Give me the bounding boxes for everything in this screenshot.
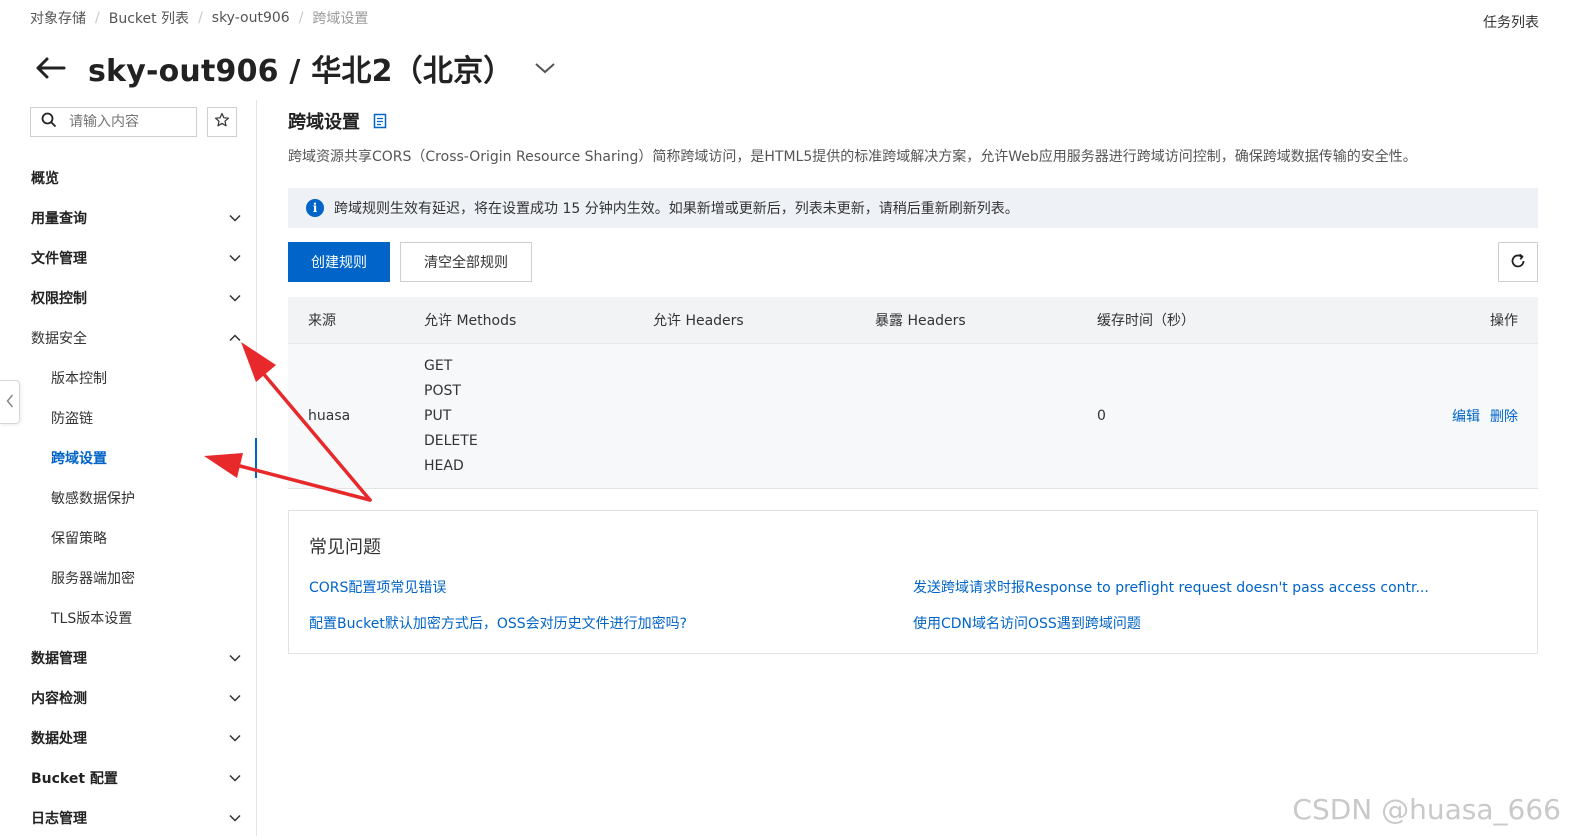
chevron-left-icon [6, 393, 14, 412]
column-header-allow-headers: 允许 Headers [653, 313, 744, 329]
column-header-methods: 允许 Methods [424, 313, 517, 329]
sidebar-item-content-detection[interactable]: 内容检测 [0, 678, 257, 718]
edit-link[interactable]: 编辑 [1452, 406, 1480, 426]
sidebar-item-files[interactable]: 文件管理 [0, 238, 257, 278]
method-post: POST [424, 382, 461, 399]
sidebar: 概览 用量查询 文件管理 权限控制 数据安全 版本控制 防盗链 跨域设置 敏感数… [0, 100, 257, 836]
sidebar-item-data-security[interactable]: 数据安全 [0, 318, 257, 358]
sidebar-sub-server-encryption[interactable]: 服务器端加密 [0, 558, 257, 598]
sidebar-sub-cors[interactable]: 跨域设置 [0, 438, 257, 478]
sidebar-sub-tls[interactable]: TLS版本设置 [0, 598, 257, 638]
sidebar-item-label: Bucket 配置 [31, 771, 118, 787]
task-list-link[interactable]: 任务列表 [1483, 12, 1539, 32]
sidebar-item-label: 文件管理 [31, 251, 87, 267]
method-head: HEAD [424, 457, 464, 474]
info-notice: i 跨域规则生效有延迟，将在设置成功 15 分钟内生效。如果新增或更新后，列表未… [288, 188, 1538, 228]
cors-rules-table: 来源 允许 Methods 允许 Headers 暴露 Headers 缓存时间… [288, 297, 1538, 489]
table-header: 来源 允许 Methods 允许 Headers 暴露 Headers 缓存时间… [288, 297, 1538, 343]
breadcrumb-separator: / [95, 10, 100, 26]
chevron-down-icon[interactable] [533, 56, 557, 80]
breadcrumb-separator: / [198, 10, 203, 26]
breadcrumb-current: 跨域设置 [312, 11, 369, 27]
sidebar-item-label: 数据安全 [31, 331, 87, 347]
refresh-icon [1509, 252, 1527, 273]
chevron-down-icon [227, 770, 243, 786]
faq-link-cdn-cors[interactable]: 使用CDN域名访问OSS遇到跨域问题 [913, 613, 1141, 633]
search-input[interactable] [69, 114, 179, 130]
sidebar-sub-sensitive-data[interactable]: 敏感数据保护 [0, 478, 257, 518]
page-header: sky-out906 / 华北2（北京） [32, 46, 557, 90]
section-title: 跨域设置 [288, 108, 388, 134]
favorite-button[interactable] [207, 107, 237, 137]
column-header-actions: 操作 [1490, 313, 1518, 329]
faq-link-encryption[interactable]: 配置Bucket默认加密方式后，OSS会对历史文件进行加密吗? [309, 613, 687, 633]
sidebar-search[interactable] [30, 107, 197, 137]
section-description: 跨域资源共享CORS（Cross-Origin Resource Sharing… [288, 149, 1417, 165]
breadcrumb-link-bucket[interactable]: sky-out906 [212, 10, 290, 26]
cell-cache-time: 0 [1097, 408, 1106, 424]
create-rule-button[interactable]: 创建规则 [288, 242, 390, 282]
breadcrumb-link-bucket-list[interactable]: Bucket 列表 [109, 8, 189, 28]
sidebar-sub-retention[interactable]: 保留策略 [0, 518, 257, 558]
sidebar-item-label: 数据管理 [31, 651, 87, 667]
star-icon [214, 112, 230, 132]
faq-title: 常见问题 [309, 537, 381, 558]
sidebar-item-permissions[interactable]: 权限控制 [0, 278, 257, 318]
sidebar-item-usage[interactable]: 用量查询 [0, 198, 257, 238]
sidebar-item-logs[interactable]: 日志管理 [0, 798, 257, 836]
sidebar-item-data-processing[interactable]: 数据处理 [0, 718, 257, 758]
chevron-down-icon [227, 210, 243, 226]
active-indicator [255, 438, 257, 478]
column-header-source: 来源 [308, 313, 336, 329]
section-title-text: 跨域设置 [288, 112, 360, 133]
column-header-cache-time: 缓存时间（秒） [1097, 313, 1195, 329]
chevron-down-icon [227, 650, 243, 666]
clear-all-rules-button[interactable]: 清空全部规则 [400, 242, 532, 282]
page-title: sky-out906 / 华北2（北京） [88, 54, 514, 89]
table-row: huasa GET POST PUT DELETE HEAD 0 编辑 删除 [288, 343, 1538, 489]
chevron-down-icon [227, 290, 243, 306]
sidebar-item-label: 日志管理 [31, 811, 87, 827]
delete-link[interactable]: 删除 [1490, 406, 1518, 426]
sidebar-item-label: 数据处理 [31, 731, 87, 747]
notice-text: 跨域规则生效有延迟，将在设置成功 15 分钟内生效。如果新增或更新后，列表未更新… [334, 201, 1019, 217]
method-put: PUT [424, 407, 452, 424]
column-header-expose-headers: 暴露 Headers [875, 313, 966, 329]
info-icon: i [306, 199, 324, 217]
breadcrumb-link-object-storage[interactable]: 对象存储 [30, 8, 86, 28]
back-arrow-icon[interactable] [32, 50, 68, 86]
method-get: GET [424, 357, 453, 374]
cell-source: huasa [308, 408, 351, 424]
breadcrumb: 对象存储 / Bucket 列表 / sky-out906 / 跨域设置 [30, 8, 368, 28]
cell-actions: 编辑 删除 [1397, 406, 1538, 426]
sidebar-item-label: 用量查询 [31, 211, 87, 227]
breadcrumb-separator: / [298, 10, 304, 26]
sidebar-nav: 概览 用量查询 文件管理 权限控制 数据安全 版本控制 防盗链 跨域设置 敏感数… [0, 158, 257, 836]
search-icon [41, 112, 57, 132]
sidebar-item-label: 概览 [31, 171, 59, 187]
sidebar-item-data-management[interactable]: 数据管理 [0, 638, 257, 678]
sidebar-item-label: 权限控制 [31, 291, 87, 307]
watermark: CSDN @huasa_666 [1292, 793, 1561, 826]
faq-link-cors-errors[interactable]: CORS配置项常见错误 [309, 577, 446, 597]
document-icon[interactable] [372, 113, 388, 129]
chevron-down-icon [227, 810, 243, 826]
refresh-button[interactable] [1498, 242, 1538, 282]
sidebar-item-bucket-config[interactable]: Bucket 配置 [0, 758, 257, 798]
chevron-down-icon [227, 690, 243, 706]
sidebar-sub-versioning[interactable]: 版本控制 [0, 358, 257, 398]
chevron-down-icon [227, 730, 243, 746]
cell-methods: GET POST PUT DELETE HEAD [424, 354, 653, 479]
faq-panel: 常见问题 CORS配置项常见错误 发送跨域请求时报Response to pre… [288, 510, 1538, 654]
sidebar-item-label: 内容检测 [31, 691, 87, 707]
method-delete: DELETE [424, 432, 478, 449]
chevron-down-icon [227, 250, 243, 266]
chevron-up-icon [227, 330, 243, 346]
sidebar-collapse-toggle[interactable] [0, 380, 20, 424]
faq-link-preflight[interactable]: 发送跨域请求时报Response to preflight request do… [913, 577, 1429, 597]
sidebar-sub-hotlink-protection[interactable]: 防盗链 [0, 398, 257, 438]
sidebar-item-overview[interactable]: 概览 [0, 158, 257, 198]
